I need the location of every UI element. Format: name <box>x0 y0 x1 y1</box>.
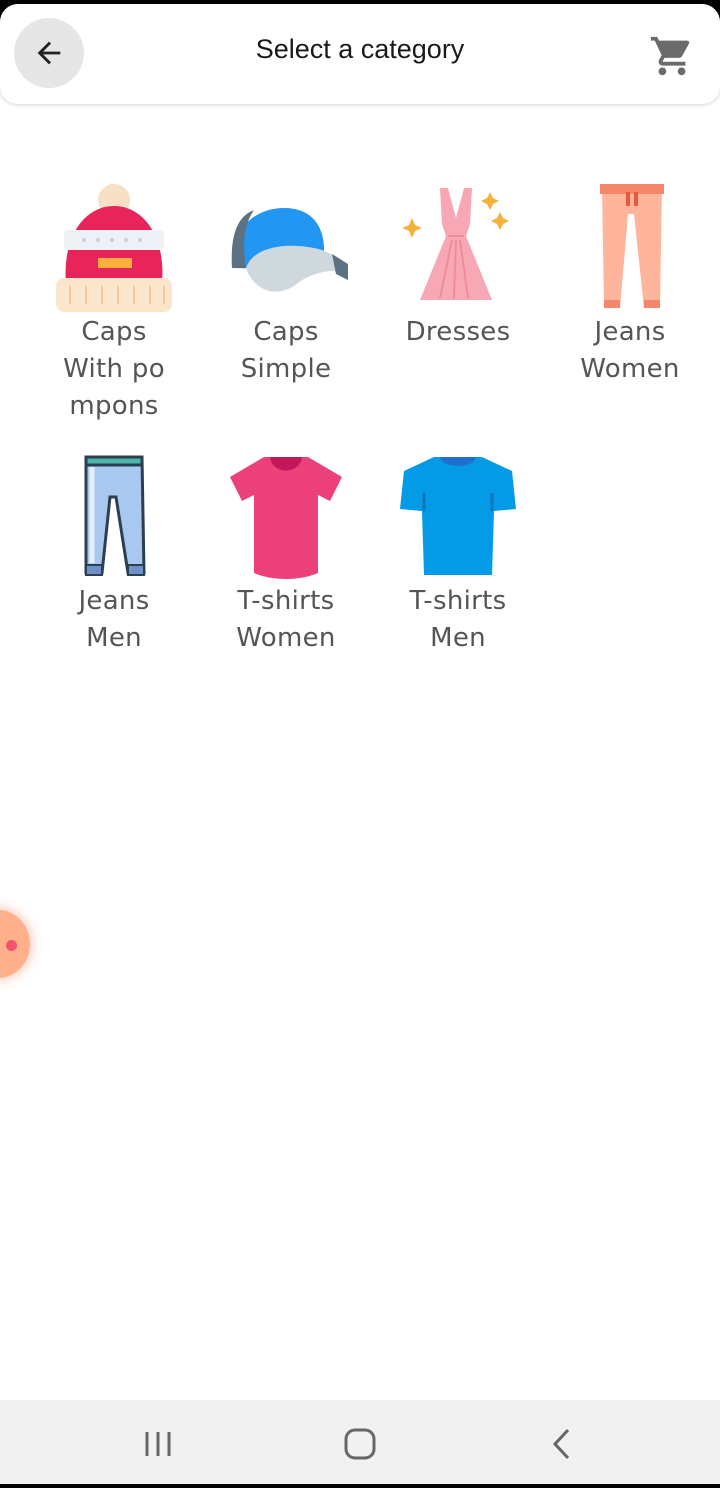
dress-icon <box>396 184 520 312</box>
men-tshirt-icon <box>396 453 520 581</box>
page-title: Select a category <box>255 34 465 64</box>
recent-apps-icon[interactable] <box>136 1422 180 1466</box>
category-label: T-shirts Women <box>236 586 336 653</box>
women-pants-icon <box>568 184 692 312</box>
baseball-cap-icon <box>224 184 348 312</box>
category-caps-simple[interactable]: Caps Simple <box>200 184 372 425</box>
women-tshirt-icon <box>224 453 348 581</box>
category-label: Jeans Women <box>580 317 680 384</box>
category-label: Caps With po mpons <box>63 317 165 421</box>
system-nav-bar <box>0 1400 720 1484</box>
category-label: T-shirts Men <box>409 586 507 653</box>
category-grid: Caps With po mpons Caps Simple Dresses J… <box>28 184 720 657</box>
beanie-hat-icon <box>52 184 176 312</box>
system-back-icon[interactable] <box>540 1422 584 1466</box>
cart-button[interactable] <box>646 30 698 82</box>
app-bar: Select a category <box>0 4 720 104</box>
category-jeans-men[interactable]: Jeans Men <box>28 453 200 657</box>
category-jeans-women[interactable]: Jeans Women <box>544 184 716 425</box>
shopping-cart-icon <box>650 36 690 76</box>
category-label: Caps Simple <box>240 317 332 384</box>
category-caps-with-pompons[interactable]: Caps With po mpons <box>28 184 200 425</box>
category-label: Dresses <box>405 317 511 347</box>
screen: Select a category Caps With po mpons Cap… <box>0 4 720 1484</box>
home-icon[interactable] <box>338 1422 382 1466</box>
men-jeans-icon <box>52 453 176 581</box>
category-label: Jeans Men <box>78 586 150 653</box>
category-dresses[interactable]: Dresses <box>372 184 544 425</box>
bubble-dot <box>6 940 17 951</box>
chat-head-icon[interactable] <box>0 910 30 978</box>
category-tshirts-men[interactable]: T-shirts Men <box>372 453 544 657</box>
category-tshirts-women[interactable]: T-shirts Women <box>200 453 372 657</box>
